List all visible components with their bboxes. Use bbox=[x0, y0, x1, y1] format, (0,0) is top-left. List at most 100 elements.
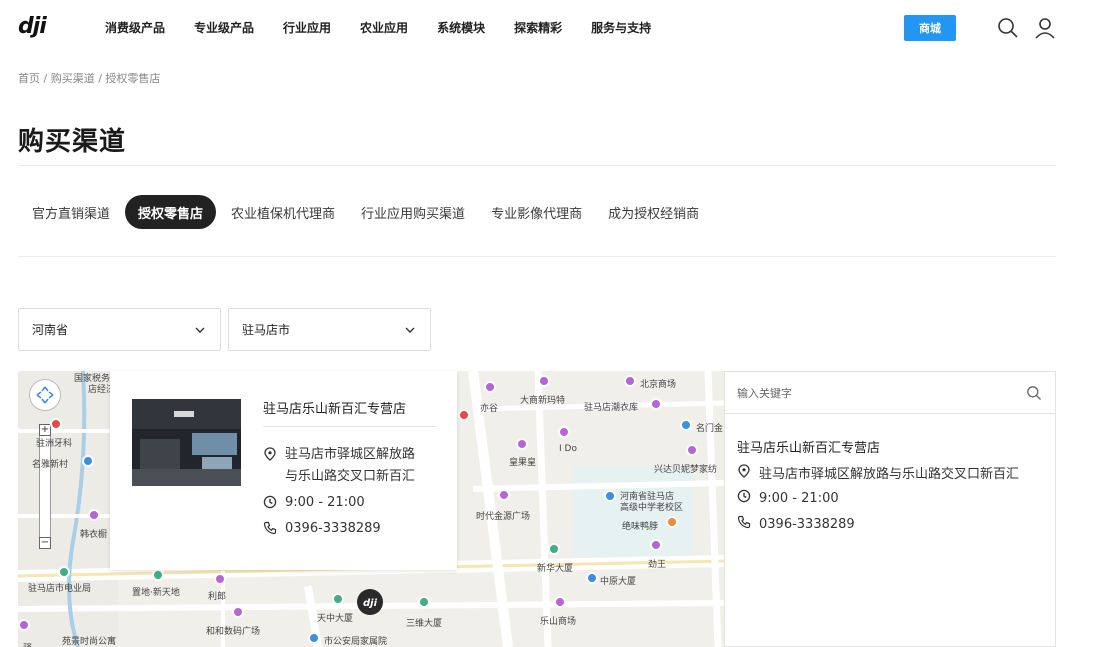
map-pin-icon bbox=[152, 569, 164, 581]
user-icon[interactable] bbox=[1033, 16, 1057, 40]
zoom-out-icon[interactable]: − bbox=[39, 537, 51, 549]
store-button[interactable]: 商城 bbox=[904, 15, 956, 41]
dji-store-marker-icon[interactable]: dji bbox=[356, 588, 384, 616]
breadcrumb-current: 授权零售店 bbox=[105, 72, 161, 85]
map-pin-icon bbox=[18, 619, 30, 631]
map-pin-icon bbox=[604, 490, 616, 502]
map-pin-icon bbox=[554, 596, 566, 608]
list-store-phone: 0396-3338289 bbox=[737, 515, 855, 533]
nav-agriculture[interactable]: 农业应用 bbox=[360, 19, 408, 36]
map-label: 天中大厦 bbox=[317, 614, 354, 624]
map-pin-icon bbox=[538, 375, 550, 387]
breadcrumb-channels[interactable]: 购买渠道 bbox=[51, 72, 95, 85]
location-pin-icon bbox=[263, 444, 285, 488]
hours-text: 9:00 - 21:00 bbox=[285, 495, 365, 510]
map-label: 利郎 bbox=[208, 592, 227, 602]
tab-enterprise-channels[interactable]: 行业应用购买渠道 bbox=[348, 195, 478, 229]
divider bbox=[263, 426, 436, 427]
phone-text[interactable]: 0396-3338289 bbox=[759, 517, 855, 532]
clock-icon bbox=[263, 492, 285, 517]
nav-components[interactable]: 系统模块 bbox=[437, 19, 485, 36]
chevron-down-icon bbox=[405, 327, 415, 333]
map-label: 置地·新天地 bbox=[132, 588, 180, 598]
store-hours: 9:00 - 21:00 bbox=[263, 492, 365, 517]
nav-enterprise[interactable]: 行业应用 bbox=[283, 19, 331, 36]
map-label: 苑景时尚公寓 bbox=[62, 637, 117, 647]
map-pin-icon bbox=[680, 419, 692, 431]
main-nav: 消费级产品 专业级产品 行业应用 农业应用 系统模块 探索精彩 服务与支持 bbox=[105, 19, 680, 36]
address-text: 驻马店市驿城区解放路与乐山路交叉口新百汇 bbox=[759, 467, 1020, 482]
nav-professional[interactable]: 专业级产品 bbox=[194, 19, 254, 36]
divider bbox=[18, 256, 1056, 257]
map-label: 名门金 bbox=[696, 424, 724, 434]
province-select[interactable]: 河南省 bbox=[18, 308, 221, 351]
map-label: 三维大厦 bbox=[406, 619, 443, 629]
address-line: 与乐山路交叉口新百汇 bbox=[285, 469, 416, 484]
pan-compass-icon[interactable] bbox=[29, 379, 61, 411]
nav-support[interactable]: 服务与支持 bbox=[591, 19, 651, 36]
map-pin-icon bbox=[458, 409, 470, 421]
keyword-input[interactable] bbox=[737, 381, 1017, 405]
tab-become-dealer[interactable]: 成为授权经销商 bbox=[595, 195, 712, 229]
list-store-address: 驻马店市驿城区解放路与乐山路交叉口新百汇 bbox=[737, 463, 1019, 482]
tab-agri-dealers[interactable]: 农业植保机代理商 bbox=[218, 195, 348, 229]
map-label: 北京商场 bbox=[640, 380, 677, 390]
map-pin-icon bbox=[308, 632, 320, 644]
map-label: 韩衣橱 bbox=[80, 530, 108, 540]
page-title: 购买渠道 bbox=[18, 127, 127, 157]
map-navigation-control[interactable]: + − bbox=[29, 379, 61, 549]
map-pin-icon bbox=[666, 516, 678, 528]
map-label: 乐山商场 bbox=[540, 617, 577, 627]
list-store-name[interactable]: 驻马店乐山新百汇专营店 bbox=[737, 437, 880, 456]
map-pin-icon bbox=[686, 444, 698, 456]
map-label: 和和数码广场 bbox=[206, 627, 261, 637]
tab-authorized-retail[interactable]: 授权零售店 bbox=[125, 195, 217, 229]
store-phone: 0396-3338289 bbox=[263, 518, 381, 543]
city-select[interactable]: 驻马店市 bbox=[228, 308, 431, 351]
chevron-down-icon bbox=[195, 327, 205, 333]
map-label: 驻马店潮衣库 bbox=[584, 403, 639, 413]
search-icon[interactable] bbox=[996, 16, 1020, 40]
divider bbox=[18, 165, 1056, 166]
phone-icon bbox=[737, 515, 759, 533]
map-pin-icon bbox=[50, 418, 62, 430]
tab-official[interactable]: 官方直销渠道 bbox=[18, 195, 123, 229]
province-value: 河南省 bbox=[32, 323, 69, 337]
tab-pro-imaging[interactable]: 专业影像代理商 bbox=[478, 195, 595, 229]
address-line: 驻马店市驿城区解放路 bbox=[285, 447, 416, 462]
map-label: 亦谷 bbox=[480, 404, 499, 414]
dji-logo[interactable]: dji bbox=[18, 14, 47, 39]
top-nav-bar: dji 消费级产品 专业级产品 行业应用 农业应用 系统模块 探索精彩 服务与支… bbox=[0, 0, 1100, 56]
map-pin-icon bbox=[58, 566, 70, 578]
nav-explore[interactable]: 探索精彩 bbox=[514, 19, 562, 36]
store-photo bbox=[132, 399, 241, 486]
map-pin-icon bbox=[82, 455, 94, 467]
map-label: 驿 bbox=[23, 641, 32, 647]
search-icon[interactable] bbox=[1026, 385, 1042, 401]
store-info-card: 驻马店乐山新百汇专营店 驻马店市驿城区解放路 与乐山路交叉口新百汇 9:00 -… bbox=[110, 371, 457, 570]
phone-text[interactable]: 0396-3338289 bbox=[285, 518, 381, 543]
map-label: 兴达贝妮梦家纺 bbox=[654, 465, 718, 475]
map-pin-icon bbox=[498, 489, 510, 501]
map-label: 中原大厦 bbox=[600, 577, 637, 587]
zoom-in-icon[interactable]: + bbox=[39, 424, 51, 436]
nav-consumer[interactable]: 消费级产品 bbox=[105, 19, 165, 36]
map-label: 市公安局家属院 bbox=[324, 637, 388, 647]
map-pin-icon bbox=[558, 426, 570, 438]
map-label: 驻马店市电业局 bbox=[28, 584, 92, 594]
clock-icon bbox=[737, 489, 759, 507]
location-pin-icon bbox=[737, 463, 759, 482]
map-pin-icon bbox=[484, 381, 496, 393]
map-label: I Do bbox=[559, 444, 577, 454]
city-value: 驻马店市 bbox=[242, 323, 291, 337]
map-label: 大商新玛特 bbox=[520, 396, 566, 406]
list-store-hours: 9:00 - 21:00 bbox=[737, 489, 839, 507]
map-pin-icon bbox=[516, 438, 528, 450]
map-label: 时代金源广场 bbox=[476, 512, 531, 522]
map-pin-icon bbox=[418, 596, 430, 608]
map-pin-icon bbox=[586, 572, 598, 584]
map-pin-icon bbox=[624, 375, 636, 387]
store-name: 驻马店乐山新百汇专营店 bbox=[263, 402, 407, 417]
map-label: 新华大厦 bbox=[537, 564, 574, 574]
breadcrumb-home[interactable]: 首页 bbox=[18, 72, 40, 85]
